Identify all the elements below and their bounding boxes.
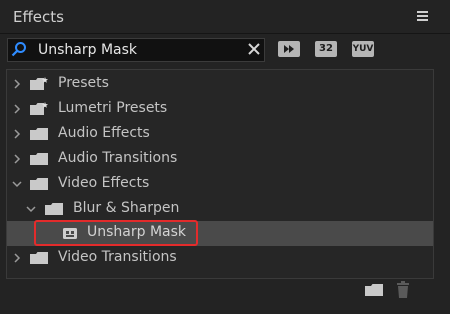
search-icon xyxy=(11,42,26,57)
folder-icon xyxy=(30,128,48,140)
tree-item-blur-sharpen[interactable]: Blur & Sharpen xyxy=(7,197,433,222)
tree-item-label: Video Effects xyxy=(58,175,150,191)
folder-icon xyxy=(45,203,63,215)
search-bar[interactable] xyxy=(7,38,265,62)
panel-header: Effects xyxy=(0,0,450,33)
accelerated-effects-icon xyxy=(279,42,299,56)
tree-item-audio-effects[interactable]: Audio Effects xyxy=(7,122,433,147)
tree-item-label: Audio Effects xyxy=(58,125,150,141)
chevron-right-icon[interactable] xyxy=(11,153,23,165)
tree-item-label: Blur & Sharpen xyxy=(73,200,180,216)
panel-title: Effects xyxy=(13,8,64,26)
chevron-right-icon[interactable] xyxy=(11,252,23,264)
folder-icon xyxy=(30,178,48,190)
preset-folder-icon xyxy=(30,77,48,90)
32-bit-filter-button[interactable]: 32 xyxy=(315,41,337,57)
chevron-right-icon[interactable] xyxy=(11,128,23,140)
highlight-box xyxy=(34,220,198,246)
tree-item-lumetri-presets[interactable]: Lumetri Presets xyxy=(7,97,433,122)
yuv-filter-button[interactable]: YUV xyxy=(352,41,374,57)
chevron-down-icon[interactable] xyxy=(25,203,37,215)
folder-icon xyxy=(30,153,48,165)
tree-item-label: Audio Transitions xyxy=(58,150,178,166)
effects-panel: Effects 32 YUV Presets Lum xyxy=(0,0,450,314)
panel-menu-icon[interactable] xyxy=(417,11,428,21)
tree-item-video-transitions[interactable]: Video Transitions xyxy=(7,246,433,271)
header-divider xyxy=(0,33,450,34)
folder-icon xyxy=(30,252,48,264)
new-bin-icon[interactable] xyxy=(365,283,383,297)
tree-item-label: Lumetri Presets xyxy=(58,100,168,116)
chevron-right-icon[interactable] xyxy=(11,78,23,90)
tree-item-audio-transitions[interactable]: Audio Transitions xyxy=(7,147,433,172)
tree-item-label: Presets xyxy=(58,75,109,91)
chevron-down-icon[interactable] xyxy=(11,178,23,190)
clear-search-icon[interactable] xyxy=(246,41,262,57)
tree-item-presets[interactable]: Presets xyxy=(7,72,433,97)
chevron-right-icon[interactable] xyxy=(11,103,23,115)
tree-item-video-effects[interactable]: Video Effects xyxy=(7,172,433,197)
preset-folder-icon xyxy=(30,102,48,115)
tree-item-label: Video Transitions xyxy=(58,249,177,265)
accelerated-effects-filter-button[interactable] xyxy=(278,41,300,57)
trash-icon[interactable] xyxy=(396,281,410,298)
effects-tree: Presets Lumetri Presets Audio Effects Au… xyxy=(6,69,434,279)
search-input[interactable] xyxy=(38,39,238,61)
